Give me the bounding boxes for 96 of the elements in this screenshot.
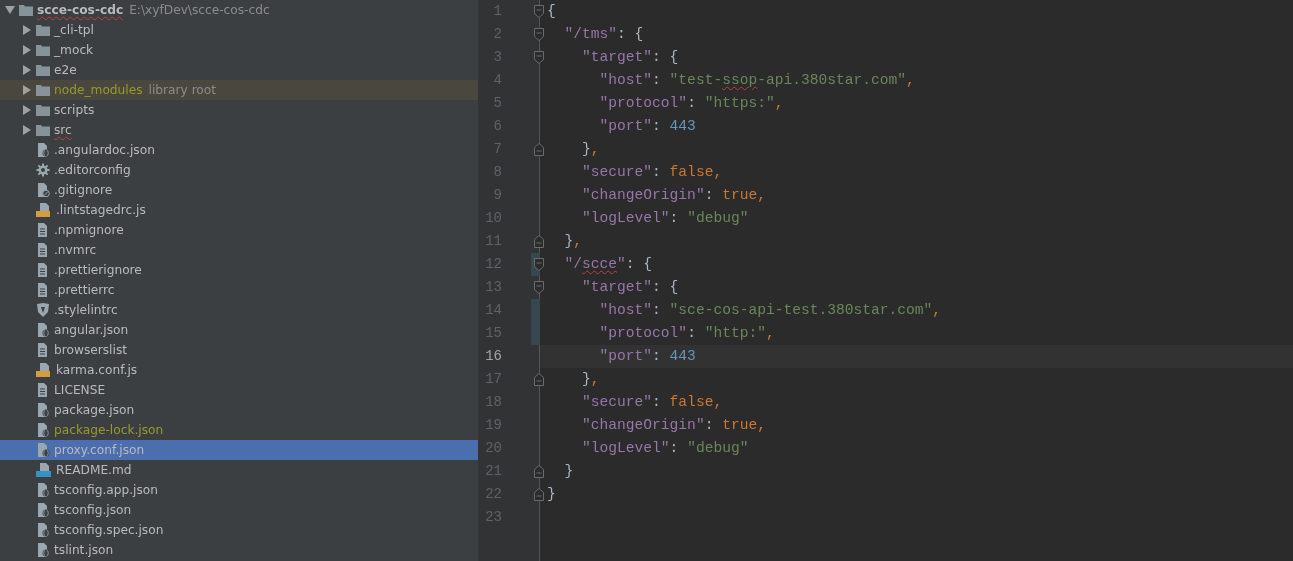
code-line: "protocol": "https:", <box>598 93 785 113</box>
tree-row[interactable]: tsconfig.json <box>0 500 478 520</box>
fold-icon[interactable] <box>534 281 544 294</box>
fold-end-icon[interactable] <box>534 488 544 501</box>
expand-arrow-icon[interactable] <box>23 85 31 95</box>
json-file-icon <box>36 423 50 437</box>
json-file-icon <box>36 443 50 457</box>
folder-icon <box>36 64 50 76</box>
fold-icon[interactable] <box>534 5 544 18</box>
code-line: }, <box>563 231 584 251</box>
tree-row[interactable]: README.md <box>0 460 478 480</box>
tree-row[interactable]: tsconfig.spec.json <box>0 520 478 540</box>
json-file-icon <box>36 543 50 557</box>
fold-end-icon[interactable] <box>534 143 544 156</box>
text-file-icon <box>36 223 50 237</box>
folder-icon <box>36 84 50 96</box>
fold-icon[interactable] <box>534 28 544 41</box>
collapse-arrow-icon[interactable] <box>5 6 15 14</box>
fold-end-icon[interactable] <box>534 373 544 386</box>
code-line: "protocol": "http:", <box>598 323 776 343</box>
fold-icon[interactable] <box>534 51 544 64</box>
tree-row[interactable]: tslint.json <box>0 540 478 560</box>
tree-row[interactable]: src <box>0 120 478 140</box>
shield-icon <box>36 303 50 317</box>
fold-end-icon[interactable] <box>534 235 544 248</box>
markdown-file-icon <box>36 463 52 477</box>
folder-icon <box>36 44 50 56</box>
code-line: "logLevel": "debug" <box>581 208 750 228</box>
code-line: "secure": false, <box>581 162 724 182</box>
text-file-icon <box>36 383 50 397</box>
json-file-icon <box>36 503 50 517</box>
folder-icon <box>19 4 33 16</box>
tree-row[interactable]: .stylelintrc <box>0 300 478 320</box>
tree-row[interactable]: karma.conf.js <box>0 360 478 380</box>
tree-row[interactable]: .gitignore <box>0 180 478 200</box>
text-file-icon <box>36 263 50 277</box>
line-number: 16 <box>484 347 502 366</box>
tree-row[interactable]: angular.json <box>0 320 478 340</box>
tree-row[interactable]: .lintstagedrc.js <box>0 200 478 220</box>
expand-arrow-icon[interactable] <box>23 45 31 55</box>
json-file-icon <box>36 143 50 157</box>
expand-arrow-icon[interactable] <box>23 25 31 35</box>
tree-row[interactable]: .prettierrc <box>0 280 478 300</box>
tree-row[interactable]: browserslist <box>0 340 478 360</box>
tree-row[interactable]: tsconfig.app.json <box>0 480 478 500</box>
tree-row[interactable]: e2e <box>0 60 478 80</box>
json-file-icon <box>36 483 50 497</box>
folder-icon <box>36 104 50 116</box>
tree-row[interactable]: .nvmrc <box>0 240 478 260</box>
library-note: library root <box>148 81 217 99</box>
code-line: "port": 443 <box>598 116 697 136</box>
expand-arrow-icon[interactable] <box>23 105 31 115</box>
tree-row[interactable]: .npmignore <box>0 220 478 240</box>
tree-row[interactable]: .prettierignore <box>0 260 478 280</box>
js-file-icon <box>36 203 52 217</box>
fold-icon[interactable] <box>534 258 544 271</box>
tree-row[interactable]: node_modules library root <box>0 80 478 100</box>
json-file-icon <box>36 403 50 417</box>
json-file-icon <box>36 523 50 537</box>
project-path: E:\xyfDev\scce-cos-cdc <box>129 1 270 19</box>
tree-row[interactable]: LICENSE <box>0 380 478 400</box>
tree-row[interactable]: package-lock.json <box>0 420 478 440</box>
code-line: } <box>546 484 557 504</box>
tree-row[interactable]: _mock <box>0 40 478 60</box>
text-file-icon <box>36 343 50 357</box>
ignored-file-icon <box>36 183 50 197</box>
code-line: "target": { <box>581 277 680 297</box>
folder-icon <box>36 24 50 36</box>
code-line: } <box>563 461 575 481</box>
js-file-icon <box>36 363 52 377</box>
code-line: "logLevel": "debug" <box>581 438 750 458</box>
code-line: "/scce": { <box>563 254 654 274</box>
tree-row[interactable]: .angulardoc.json <box>0 140 478 160</box>
fold-end-icon[interactable] <box>534 465 544 478</box>
text-file-icon <box>36 283 50 297</box>
code-line: { <box>546 1 557 21</box>
code-line: "target": { <box>581 47 680 67</box>
code-line: "secure": false, <box>581 392 724 412</box>
text-file-icon <box>36 243 50 257</box>
expand-arrow-icon[interactable] <box>23 65 31 75</box>
tree-row[interactable]: package.json <box>0 400 478 420</box>
code-line: }, <box>581 139 601 159</box>
json-file-icon <box>36 323 50 337</box>
tree-row[interactable]: scripts <box>0 100 478 120</box>
project-row[interactable]: scce-cos-cdc E:\xyfDev\scce-cos-cdc <box>0 0 478 20</box>
tree-row[interactable]: .editorconfig <box>0 160 478 180</box>
gear-icon <box>36 163 50 177</box>
code-line: }, <box>581 369 601 389</box>
expand-arrow-icon[interactable] <box>23 125 31 135</box>
code-line: "host": "sce-cos-api-test.380star.com", <box>598 300 943 320</box>
code-line: "changeOrigin": true, <box>581 185 767 205</box>
code-line: "changeOrigin": true, <box>581 415 767 435</box>
code-line: "host": "test-ssop-api.380star.com", <box>598 70 916 90</box>
folder-icon <box>36 124 50 136</box>
code-line: "/tms": { <box>563 24 645 44</box>
tree-row[interactable]: _cli-tpl <box>0 20 478 40</box>
